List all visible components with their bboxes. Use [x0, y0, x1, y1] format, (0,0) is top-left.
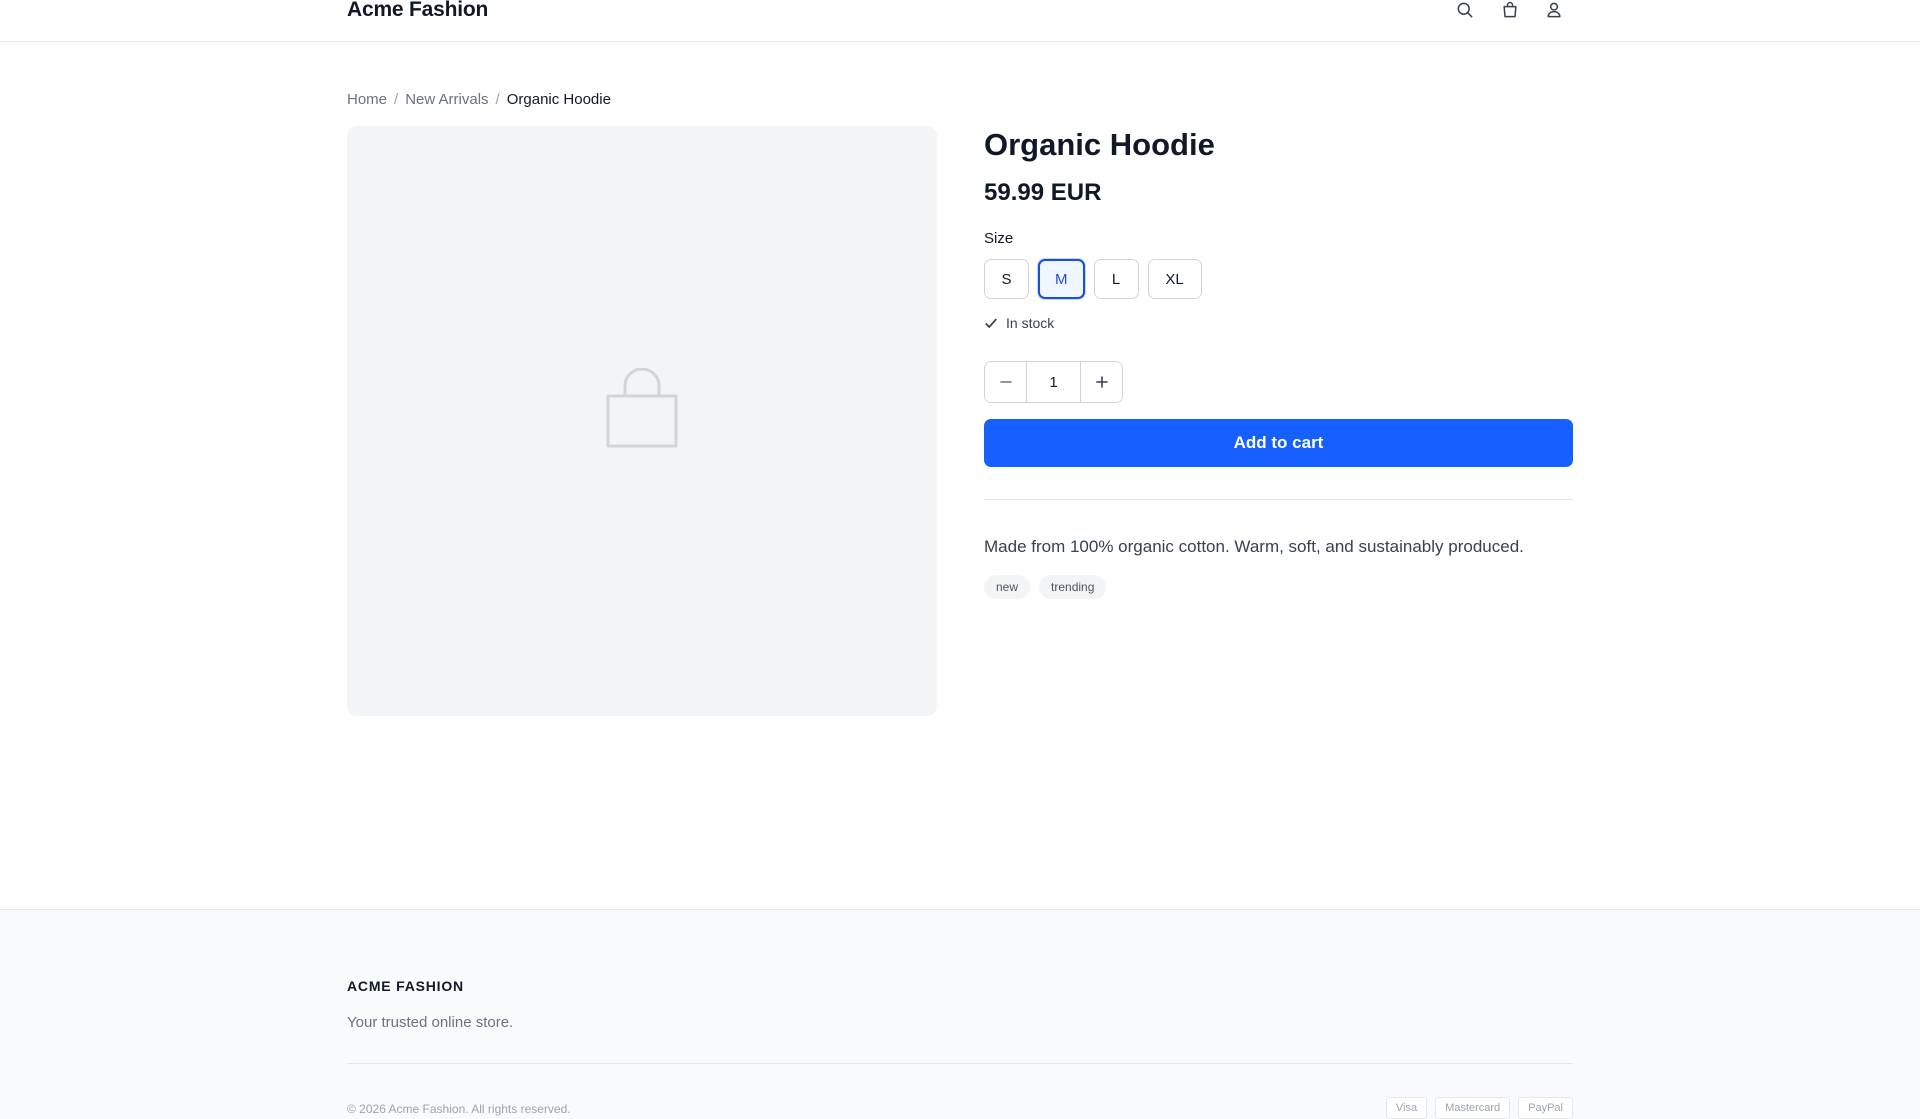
site-header: Acme Fashion: [0, 0, 1920, 42]
size-label: Size: [984, 230, 1014, 247]
product-description: Made from 100% organic cotton. Warm, sof…: [984, 537, 1524, 556]
brand-logo[interactable]: Acme Fashion: [347, 0, 488, 22]
breadcrumb-separator: /: [495, 91, 500, 108]
user-icon[interactable]: [1542, 0, 1566, 22]
add-to-cart-button[interactable]: Add to cart: [984, 419, 1573, 467]
shopping-bag-icon: [606, 368, 678, 448]
size-selector: S M L XL: [984, 259, 1573, 299]
breadcrumb-new-arrivals[interactable]: New Arrivals: [405, 91, 488, 108]
tag-new: new: [984, 575, 1031, 599]
minus-icon: [999, 381, 1012, 383]
size-option-s[interactable]: S: [984, 259, 1029, 299]
payment-visa: Visa: [1385, 1097, 1428, 1119]
tag-trending: trending: [1039, 575, 1107, 599]
breadcrumb: Home / New Arrivals / Organic Hoodie: [347, 91, 611, 108]
decrease-quantity-button[interactable]: [985, 362, 1026, 402]
plus-icon: [1095, 376, 1108, 388]
breadcrumb-current: Organic Hoodie: [506, 91, 611, 108]
product-image: [347, 126, 937, 716]
quantity-input[interactable]: [1026, 362, 1081, 402]
stock-label: In stock: [1006, 315, 1055, 331]
product-price: 59.99 EUR: [984, 179, 1102, 206]
stock-status: In stock: [984, 315, 1573, 331]
check-icon: [985, 318, 997, 329]
shopping-bag-icon[interactable]: [1498, 0, 1522, 22]
copyright-text: © 2026 Acme Fashion. All rights reserved…: [347, 1102, 571, 1116]
size-option-l[interactable]: L: [1093, 259, 1139, 299]
payment-methods: Visa Mastercard PayPal: [1385, 1097, 1573, 1119]
site-footer: ACME FASHION Your trusted online store. …: [0, 909, 1920, 1119]
size-option-m[interactable]: M: [1038, 259, 1085, 299]
breadcrumb-home[interactable]: Home: [347, 91, 387, 108]
quantity-stepper: [984, 361, 1123, 403]
payment-mastercard: Mastercard: [1435, 1097, 1511, 1119]
product-title: Organic Hoodie: [984, 127, 1215, 162]
product-tags: new trending: [984, 575, 1573, 599]
payment-paypal: PayPal: [1518, 1097, 1573, 1119]
footer-tagline: Your trusted online store.: [347, 1014, 514, 1031]
size-option-xl[interactable]: XL: [1147, 259, 1202, 299]
footer-brand: ACME FASHION: [347, 978, 464, 994]
footer-divider: [347, 1063, 1573, 1064]
search-icon[interactable]: [1453, 0, 1477, 22]
product-details: Organic Hoodie 59.99 EUR Size S M L XL I…: [984, 126, 1573, 599]
breadcrumb-separator: /: [394, 91, 399, 108]
increase-quantity-button[interactable]: [1081, 362, 1122, 402]
divider: [984, 499, 1573, 500]
